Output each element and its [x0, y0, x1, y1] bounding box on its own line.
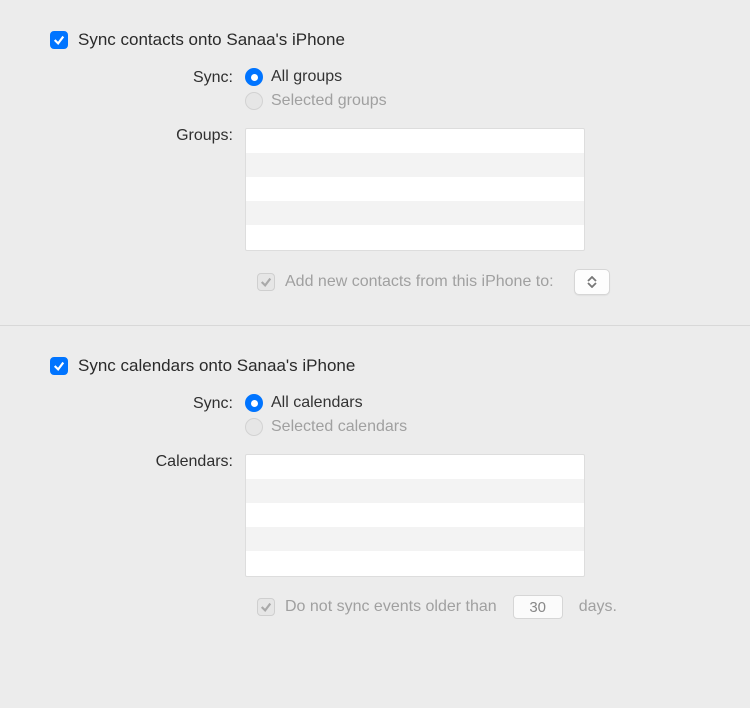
calendars-section: Sync calendars onto Sanaa's iPhone Sync:…	[0, 356, 750, 649]
contacts-groups-content	[245, 126, 710, 251]
add-new-contacts-row: Add new contacts from this iPhone to:	[257, 269, 710, 295]
checkmark-icon	[53, 34, 65, 46]
calendars-list-row: Calendars:	[50, 452, 710, 577]
calendars-selected-option: Selected calendars	[245, 418, 710, 436]
contacts-all-groups-label: All groups	[271, 68, 342, 86]
calendars-header-row: Sync calendars onto Sanaa's iPhone	[50, 356, 710, 376]
checkmark-icon	[260, 276, 272, 288]
chevron-down-icon	[587, 282, 597, 288]
calendars-sync-row: Sync: All calendars Selected calendars	[50, 394, 710, 442]
add-new-contacts-label: Add new contacts from this iPhone to:	[285, 273, 554, 291]
contacts-sync-label: Sync:	[50, 68, 245, 87]
add-new-contacts-dropdown[interactable]	[574, 269, 610, 295]
contacts-header-row: Sync contacts onto Sanaa's iPhone	[50, 30, 710, 50]
calendars-sync-label: Sync:	[50, 394, 245, 413]
contacts-section: Sync contacts onto Sanaa's iPhone Sync: …	[0, 30, 750, 325]
sync-calendars-label: Sync calendars onto Sanaa's iPhone	[78, 356, 355, 376]
checkmark-icon	[260, 601, 272, 613]
contacts-selected-groups-radio[interactable]	[245, 92, 263, 110]
calendars-all-option: All calendars	[245, 394, 710, 412]
not-older-checkbox	[257, 598, 275, 616]
calendars-selected-label: Selected calendars	[271, 418, 407, 436]
calendars-all-label: All calendars	[271, 394, 363, 412]
section-divider	[0, 325, 750, 326]
contacts-groups-row: Groups:	[50, 126, 710, 251]
sync-calendars-checkbox[interactable]	[50, 357, 68, 375]
add-new-contacts-checkbox	[257, 273, 275, 291]
contacts-selected-groups-label: Selected groups	[271, 92, 387, 110]
not-older-days-input[interactable]	[513, 595, 563, 619]
not-older-prefix: Do not sync events older than	[285, 598, 497, 616]
not-older-suffix: days.	[579, 598, 617, 616]
not-older-row: Do not sync events older than days.	[257, 595, 710, 619]
contacts-selected-groups-option: Selected groups	[245, 92, 710, 110]
contacts-sync-options: All groups Selected groups	[245, 68, 710, 116]
calendars-all-radio[interactable]	[245, 394, 263, 412]
contacts-groups-label: Groups:	[50, 126, 245, 145]
checkmark-icon	[53, 360, 65, 372]
calendars-sync-options: All calendars Selected calendars	[245, 394, 710, 442]
contacts-all-groups-option: All groups	[245, 68, 710, 86]
calendars-list-content	[245, 452, 710, 577]
contacts-all-groups-radio[interactable]	[245, 68, 263, 86]
sync-contacts-checkbox[interactable]	[50, 31, 68, 49]
calendars-listbox[interactable]	[245, 454, 585, 577]
sync-contacts-label: Sync contacts onto Sanaa's iPhone	[78, 30, 345, 50]
calendars-list-label: Calendars:	[50, 452, 245, 471]
contacts-groups-listbox[interactable]	[245, 128, 585, 251]
calendars-selected-radio[interactable]	[245, 418, 263, 436]
contacts-sync-row: Sync: All groups Selected groups	[50, 68, 710, 116]
